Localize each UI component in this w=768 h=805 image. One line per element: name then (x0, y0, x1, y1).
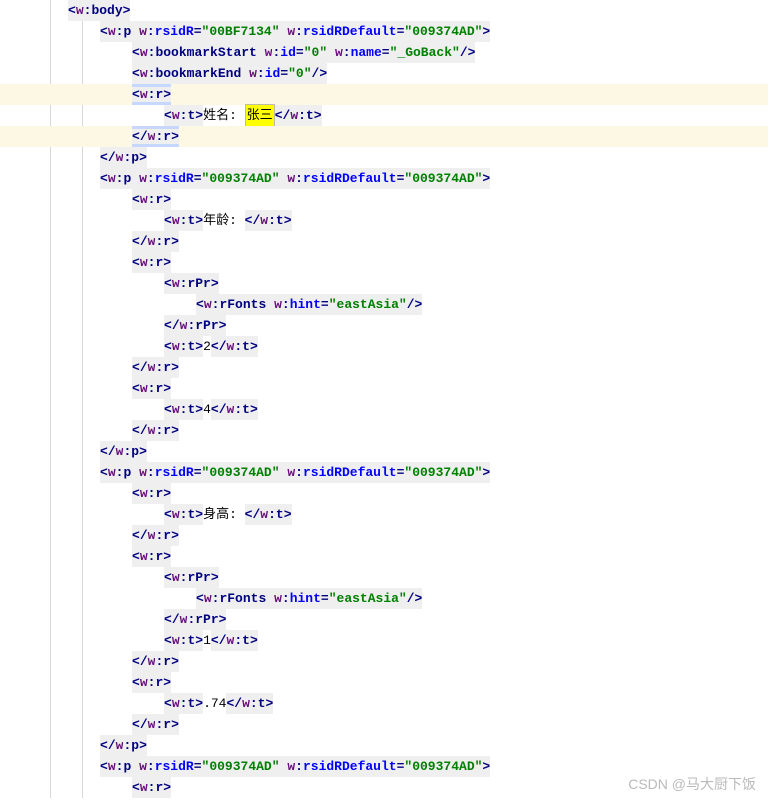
code-line[interactable]: </w:r> (0, 126, 768, 147)
code-line[interactable]: </w:r> (0, 357, 768, 378)
code-line[interactable]: <w:rPr> (0, 567, 768, 588)
code-line[interactable]: <w:t>4</w:t> (0, 399, 768, 420)
code-line[interactable]: </w:r> (0, 714, 768, 735)
code-line[interactable]: <w:r> (0, 378, 768, 399)
code-line[interactable]: </w:r> (0, 525, 768, 546)
code-line[interactable]: <w:t>1</w:t> (0, 630, 768, 651)
code-line[interactable]: <w:bookmarkEnd w:id="0"/> (0, 63, 768, 84)
code-line[interactable]: <w:bookmarkStart w:id="0" w:name="_GoBac… (0, 42, 768, 63)
code-line[interactable]: <w:t>身高: </w:t> (0, 504, 768, 525)
code-line[interactable]: <w:r> (0, 672, 768, 693)
code-line[interactable]: <w:t>姓名: 张三</w:t> (0, 105, 768, 126)
code-line[interactable]: <w:rFonts w:hint="eastAsia"/> (0, 588, 768, 609)
code-line[interactable]: </w:r> (0, 420, 768, 441)
xml-editor[interactable]: <w:body><w:p w:rsidR="00BF7134" w:rsidRD… (0, 0, 768, 798)
code-line[interactable]: <w:body> (0, 0, 768, 21)
code-line[interactable]: </w:r> (0, 651, 768, 672)
code-line[interactable]: <w:r> (0, 84, 768, 105)
code-line[interactable]: <w:p w:rsidR="009374AD" w:rsidRDefault="… (0, 168, 768, 189)
code-line[interactable]: <w:r> (0, 189, 768, 210)
code-line[interactable]: <w:p w:rsidR="009374AD" w:rsidRDefault="… (0, 462, 768, 483)
code-line[interactable]: </w:p> (0, 735, 768, 756)
code-line[interactable]: <w:rPr> (0, 273, 768, 294)
code-line[interactable]: <w:t>.74</w:t> (0, 693, 768, 714)
code-line[interactable]: </w:p> (0, 441, 768, 462)
code-line[interactable]: <w:r> (0, 252, 768, 273)
code-line[interactable]: <w:t>年龄: </w:t> (0, 210, 768, 231)
code-line[interactable]: <w:t>2</w:t> (0, 336, 768, 357)
code-line[interactable]: </w:rPr> (0, 315, 768, 336)
code-line[interactable]: </w:p> (0, 147, 768, 168)
code-line[interactable]: </w:r> (0, 231, 768, 252)
code-line[interactable]: <w:p w:rsidR="009374AD" w:rsidRDefault="… (0, 756, 768, 777)
code-line[interactable]: </w:rPr> (0, 609, 768, 630)
code-line[interactable]: <w:r> (0, 777, 768, 798)
code-line[interactable]: <w:p w:rsidR="00BF7134" w:rsidRDefault="… (0, 21, 768, 42)
code-line[interactable]: <w:r> (0, 546, 768, 567)
code-line[interactable]: <w:r> (0, 483, 768, 504)
code-line[interactable]: <w:rFonts w:hint="eastAsia"/> (0, 294, 768, 315)
